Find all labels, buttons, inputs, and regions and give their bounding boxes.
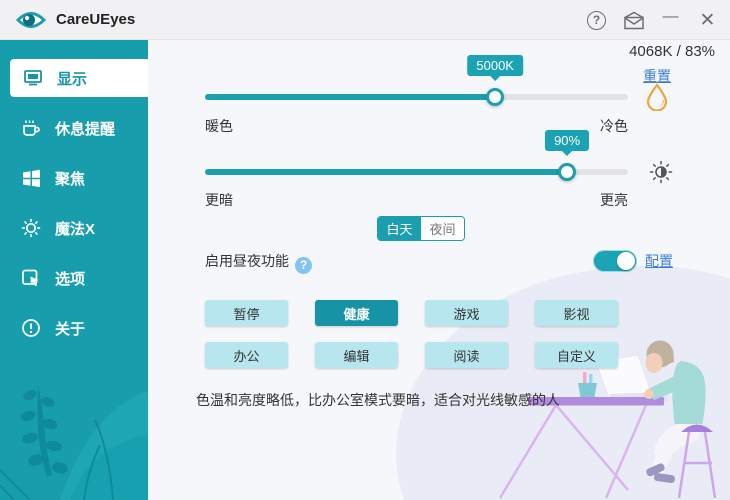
- sidebar-item-display[interactable]: 显示: [10, 59, 148, 97]
- brightness-value-tooltip: 90%: [545, 130, 589, 151]
- tab-day[interactable]: 白天: [378, 217, 421, 240]
- sidebar-item-label: 选项: [55, 268, 85, 289]
- windows-icon: [20, 167, 42, 189]
- sidebar-item-about[interactable]: 关于: [0, 309, 148, 347]
- close-button[interactable]: ✕: [689, 0, 726, 40]
- sidebar-item-break-reminder[interactable]: 休息提醒: [0, 109, 148, 147]
- temperature-value-tooltip: 5000K: [467, 55, 523, 76]
- preset-health-button[interactable]: 健康: [315, 300, 398, 326]
- help-icon: ?: [587, 11, 606, 30]
- day-night-row: 启用昼夜功能? 配置: [205, 249, 710, 273]
- sidebar-item-focus[interactable]: 聚焦: [0, 159, 148, 197]
- day-night-toggle[interactable]: [593, 250, 637, 272]
- slider-fill: [205, 169, 567, 175]
- preset-edit-button[interactable]: 编辑: [315, 342, 398, 368]
- droplet-icon[interactable]: [644, 83, 670, 116]
- toggle-knob: [617, 252, 635, 270]
- preset-game-button[interactable]: 游戏: [425, 300, 508, 326]
- question-help-icon[interactable]: ?: [295, 257, 312, 274]
- coffee-icon: [20, 117, 42, 139]
- brightness-slider-handle[interactable]: [558, 163, 576, 181]
- app-window: CareUEyes ? — ✕: [0, 0, 730, 500]
- preset-description: 色温和亮度略低，比办公室模式要暗，适合对光线敏感的人: [196, 390, 560, 410]
- feedback-button[interactable]: [615, 0, 652, 40]
- sidebar-item-options[interactable]: 选项: [0, 259, 148, 297]
- day-night-segmented: 白天 夜间: [377, 216, 465, 241]
- enable-day-night-label: 启用昼夜功能: [205, 249, 289, 273]
- warm-label: 暖色: [205, 116, 233, 136]
- close-icon: ✕: [700, 9, 716, 32]
- current-temp-brightness-readout: 4068K / 83%: [629, 43, 715, 60]
- temperature-slider-handle[interactable]: [486, 88, 504, 106]
- sidebar: 显示 休息提醒: [0, 40, 148, 500]
- display-panel: 4068K / 83% 重置 5000K 暖色 冷色 90%: [148, 40, 730, 500]
- preset-pause-button[interactable]: 暂停: [205, 300, 288, 326]
- darker-label: 更暗: [205, 190, 233, 210]
- about-icon: [20, 317, 42, 339]
- sidebar-item-label: 关于: [55, 318, 85, 339]
- preset-custom-button[interactable]: 自定义: [535, 342, 618, 368]
- titlebar: CareUEyes ? — ✕: [0, 0, 730, 40]
- tab-night[interactable]: 夜间: [421, 217, 464, 240]
- preset-movie-button[interactable]: 影视: [535, 300, 618, 326]
- config-link[interactable]: 配置: [645, 251, 673, 271]
- app-title: CareUEyes: [56, 11, 135, 28]
- minimize-button[interactable]: —: [652, 0, 689, 40]
- brightness-sun-icon: [648, 159, 674, 190]
- careueyes-logo-eye-icon: [16, 8, 46, 32]
- preset-office-button[interactable]: 办公: [205, 342, 288, 368]
- brighter-label: 更亮: [600, 190, 628, 210]
- cold-label: 冷色: [600, 116, 628, 136]
- minimize-icon: —: [663, 8, 679, 26]
- mail-icon: [623, 11, 645, 30]
- brightness-slider[interactable]: 90%: [205, 162, 628, 182]
- sidebar-item-magic-x[interactable]: 魔法X: [0, 209, 148, 247]
- monitor-icon: [22, 67, 44, 89]
- sidebar-item-label: 魔法X: [55, 218, 95, 239]
- sidebar-item-label: 显示: [57, 68, 87, 89]
- sidebar-leaf-decoration: [0, 350, 148, 500]
- slider-fill: [205, 94, 495, 100]
- temperature-slider[interactable]: 5000K: [205, 87, 628, 107]
- help-button[interactable]: ?: [578, 0, 615, 40]
- magic-sun-icon: [20, 217, 42, 239]
- options-icon: [20, 267, 42, 289]
- sidebar-item-label: 休息提醒: [55, 118, 115, 139]
- preset-reading-button[interactable]: 阅读: [425, 342, 508, 368]
- sidebar-item-label: 聚焦: [55, 168, 85, 189]
